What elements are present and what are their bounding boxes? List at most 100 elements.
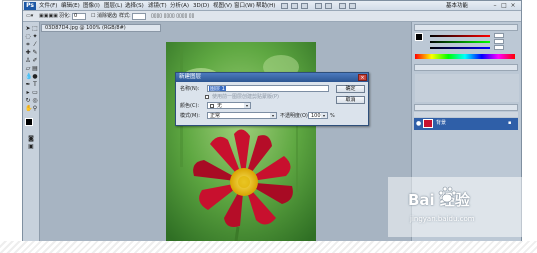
name-label: 名称(N): bbox=[180, 86, 200, 92]
zoom-tool-icon[interactable]: ⚲ bbox=[32, 106, 38, 112]
menu-image[interactable]: 图像(I) bbox=[83, 2, 100, 10]
opacity-input[interactable]: 100 ▾ bbox=[308, 112, 328, 119]
refine-icons[interactable]: ▯▯▯▯ ▯▯▯▯ ▯▯▯▯ ▯▯ bbox=[151, 13, 194, 20]
antialias-label: 消除锯齿 bbox=[97, 13, 118, 19]
layer-row-background[interactable]: ● 背景 ▪ bbox=[414, 118, 518, 130]
zoom-level-icon[interactable] bbox=[301, 3, 308, 9]
quick-mask-icon[interactable]: ◙ bbox=[28, 136, 34, 142]
menu-3d[interactable]: 3D(D) bbox=[193, 2, 209, 10]
arrange-documents-icon[interactable] bbox=[339, 3, 346, 9]
paw-icon bbox=[438, 186, 457, 203]
color-fg-swatch[interactable] bbox=[415, 33, 423, 41]
color-spectrum-bar[interactable] bbox=[415, 54, 515, 59]
lasso-tool-icon[interactable]: ◌ bbox=[25, 34, 31, 40]
mode-select[interactable]: 正常 ▾ bbox=[207, 112, 277, 119]
menu-file[interactable]: 文件(F) bbox=[39, 2, 57, 10]
view-extras-icon[interactable] bbox=[291, 3, 298, 9]
3d-orbit-icon[interactable]: ◎ bbox=[32, 98, 38, 104]
history-brush-icon[interactable]: ✐ bbox=[32, 58, 38, 64]
magic-wand-icon[interactable]: ✦ bbox=[32, 34, 38, 40]
eyedropper-icon[interactable]: ⁄ bbox=[32, 42, 38, 48]
ok-button[interactable]: 确定 bbox=[336, 85, 365, 93]
healing-brush-icon[interactable]: ✚ bbox=[25, 50, 31, 56]
chevron-down-icon: ▾ bbox=[244, 103, 250, 108]
menu-window[interactable]: 窗口(W) bbox=[234, 2, 255, 10]
layer-name: 背景 bbox=[436, 120, 447, 126]
selection-mode-icons[interactable]: ▣▣▣▣ bbox=[39, 13, 58, 20]
green-value-input[interactable] bbox=[494, 39, 504, 44]
menu-filter[interactable]: 滤镜(T) bbox=[148, 2, 167, 10]
color-select-value: 无 bbox=[217, 103, 223, 109]
clip-mask-checkbox[interactable] bbox=[205, 95, 209, 99]
mode-label: 模式(M): bbox=[180, 113, 200, 119]
opacity-input-value: 100 bbox=[311, 113, 321, 119]
tool-preset-icon[interactable]: ▭▾ bbox=[26, 13, 33, 20]
cancel-button[interactable]: 取消 bbox=[336, 96, 365, 104]
minimize-button[interactable]: – bbox=[491, 2, 499, 9]
green-slider[interactable] bbox=[430, 41, 490, 43]
tools-panel: ➤ ⬚ ◌ ✦ ⌗ ⁄ ✚ ✎ ♙ ✐ ▱ ▤ 💧 ● ✒ T ▸ ▭ ↻ ◎ … bbox=[23, 22, 40, 241]
feather-input[interactable]: 0 bbox=[72, 13, 86, 20]
eraser-icon[interactable]: ▱ bbox=[25, 66, 31, 72]
menu-bar: Ps 文件(F) 编辑(E) 图像(I) 图层(L) 选择(S) 滤镜(T) 分… bbox=[23, 1, 521, 11]
blue-slider[interactable] bbox=[430, 47, 490, 49]
maximize-button[interactable]: □ bbox=[500, 2, 508, 9]
red-value-input[interactable] bbox=[494, 33, 504, 38]
path-selection-icon[interactable]: ▸ bbox=[25, 90, 31, 96]
layer-visibility-eye-icon[interactable]: ● bbox=[416, 120, 421, 127]
document-workspace: 03D87D4.jpg @ 100% (RGB/8#) bbox=[40, 22, 411, 241]
style-label: 样式: bbox=[119, 13, 131, 19]
color-label: 颜色(C): bbox=[180, 103, 200, 109]
hand-tool-icon[interactable]: ✋ bbox=[25, 106, 32, 112]
color-select[interactable]: 无 ▾ bbox=[207, 102, 251, 109]
workspace-switcher[interactable]: 基本功能 bbox=[446, 2, 468, 10]
red-slider[interactable] bbox=[430, 35, 490, 37]
marquee-tool-icon[interactable]: ⬚ bbox=[32, 26, 38, 32]
foreground-color-swatch[interactable] bbox=[25, 118, 33, 126]
crop-tool-icon[interactable]: ⌗ bbox=[25, 42, 31, 48]
clip-mask-label: 使用前一图层创建剪贴蒙版(P) bbox=[212, 94, 279, 100]
clone-stamp-icon[interactable]: ♙ bbox=[25, 58, 31, 64]
opacity-unit: % bbox=[330, 113, 335, 119]
menu-help[interactable]: 帮助(H) bbox=[256, 2, 275, 10]
type-tool-icon[interactable]: T bbox=[32, 82, 38, 88]
menu-select[interactable]: 选择(S) bbox=[125, 2, 144, 10]
document-tab[interactable]: 03D87D4.jpg @ 100% (RGB/8#) bbox=[41, 24, 161, 32]
dialog-close-button[interactable]: × bbox=[358, 74, 367, 81]
layers-panel-tabs[interactable] bbox=[414, 104, 518, 111]
screen-mode-icon[interactable]: ▣ bbox=[28, 144, 34, 150]
blue-value-input[interactable] bbox=[494, 45, 504, 50]
dialog-title: 新建图层 bbox=[176, 73, 368, 82]
mode-select-value: 正常 bbox=[210, 113, 221, 119]
shape-tool-icon[interactable]: ▭ bbox=[32, 90, 38, 96]
blur-tool-icon[interactable]: 💧 bbox=[25, 74, 32, 80]
adjustments-panel-tabs[interactable] bbox=[414, 64, 518, 71]
opacity-label: 不透明度(O): bbox=[280, 113, 310, 119]
pen-tool-icon[interactable]: ✒ bbox=[25, 82, 31, 88]
close-button[interactable]: × bbox=[509, 2, 517, 9]
color-swatch-icon bbox=[210, 104, 214, 108]
layers-blend-row[interactable] bbox=[414, 112, 518, 117]
menu-edit[interactable]: 编辑(E) bbox=[61, 2, 80, 10]
new-layer-dialog: 新建图层 × 名称(N): 图层 1 使用前一图层创建剪贴蒙版(P) 颜色(C)… bbox=[175, 72, 369, 126]
hand-tool-icon[interactable] bbox=[315, 3, 322, 9]
antialias-checkbox[interactable]: ☐ bbox=[91, 13, 95, 20]
menu-analysis[interactable]: 分析(A) bbox=[170, 2, 189, 10]
chevron-down-icon: ▾ bbox=[321, 113, 327, 118]
zoom-tool-icon[interactable] bbox=[325, 3, 332, 9]
gradient-tool-icon[interactable]: ▤ bbox=[32, 66, 38, 72]
dodge-tool-icon[interactable]: ● bbox=[32, 74, 38, 80]
menu-view[interactable]: 视图(V) bbox=[213, 2, 232, 10]
screen-mode-icon[interactable] bbox=[349, 3, 356, 9]
chevron-down-icon: ▾ bbox=[270, 113, 276, 118]
color-panel-tabs[interactable] bbox=[414, 24, 518, 31]
photoshop-logo: Ps bbox=[24, 2, 36, 10]
name-input[interactable]: 图层 1 bbox=[207, 85, 329, 92]
baidu-url: jingyan.baidu.com bbox=[410, 215, 475, 223]
brush-tool-icon[interactable]: ✎ bbox=[32, 50, 38, 56]
menu-layer[interactable]: 图层(L) bbox=[104, 2, 122, 10]
style-select[interactable] bbox=[132, 13, 146, 20]
3d-rotate-icon[interactable]: ↻ bbox=[25, 98, 31, 104]
launch-bridge-icon[interactable] bbox=[281, 3, 288, 9]
move-tool-icon[interactable]: ➤ bbox=[25, 26, 31, 32]
